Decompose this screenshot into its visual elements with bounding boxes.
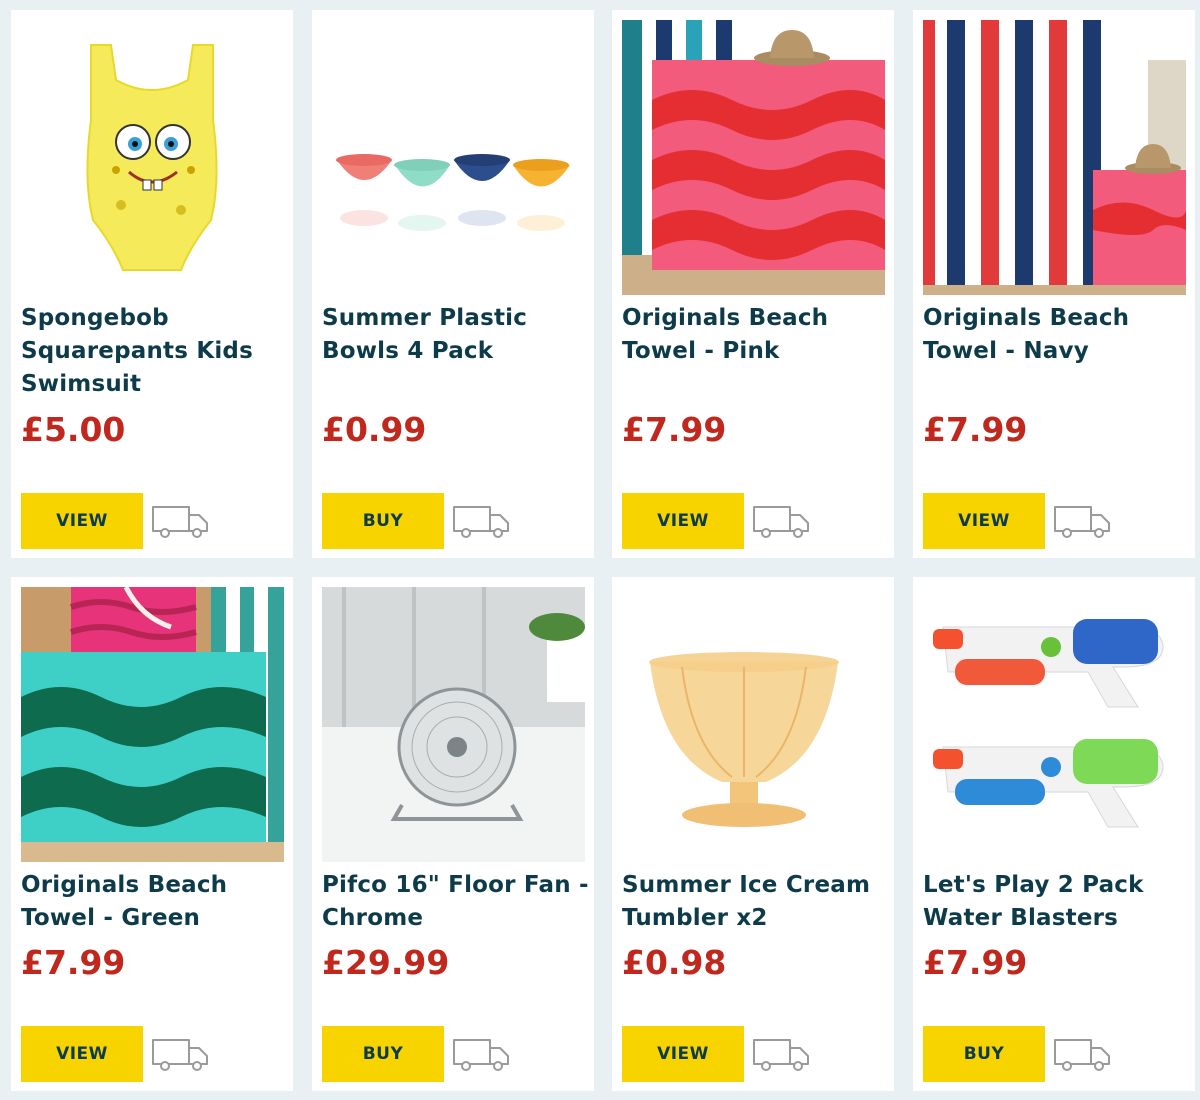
product-price: £5.00 bbox=[21, 410, 126, 449]
product-price: £7.99 bbox=[21, 943, 126, 982]
product-card[interactable]: Let's Play 2 Pack Water Blasters £7.99 B… bbox=[913, 577, 1195, 1091]
product-image-tumbler[interactable] bbox=[622, 587, 885, 862]
product-card[interactable]: Spongebob Squarepants Kids Swimsuit £5.0… bbox=[11, 10, 293, 558]
product-price: £0.98 bbox=[622, 943, 727, 982]
product-title[interactable]: Spongebob Squarepants Kids Swimsuit bbox=[21, 302, 289, 401]
product-title[interactable]: Pifco 16" Floor Fan - Chrome bbox=[322, 869, 590, 935]
product-card[interactable]: Summer Plastic Bowls 4 Pack £0.99 BUY bbox=[312, 10, 594, 558]
product-card[interactable]: Originals Beach Towel - Pink £7.99 VIEW bbox=[612, 10, 894, 558]
view-button[interactable]: VIEW bbox=[622, 1026, 744, 1082]
buy-button[interactable]: BUY bbox=[322, 493, 444, 549]
product-card[interactable]: Pifco 16" Floor Fan - Chrome £29.99 BUY bbox=[312, 577, 594, 1091]
product-image-water-blasters[interactable] bbox=[923, 587, 1186, 862]
view-button[interactable]: VIEW bbox=[622, 493, 744, 549]
product-price: £7.99 bbox=[923, 410, 1028, 449]
product-grid: Spongebob Squarepants Kids Swimsuit £5.0… bbox=[0, 0, 1200, 1100]
product-title[interactable]: Let's Play 2 Pack Water Blasters bbox=[923, 869, 1191, 935]
product-image-pink-towel[interactable] bbox=[622, 20, 885, 295]
delivery-van-icon bbox=[453, 506, 509, 538]
delivery-van-icon bbox=[1054, 1039, 1110, 1071]
product-title[interactable]: Originals Beach Towel - Pink bbox=[622, 302, 890, 368]
delivery-van-icon bbox=[753, 1039, 809, 1071]
product-card[interactable]: Originals Beach Towel - Green £7.99 VIEW bbox=[11, 577, 293, 1091]
delivery-van-icon bbox=[453, 1039, 509, 1071]
product-image-swimsuit[interactable] bbox=[21, 20, 284, 295]
product-image-floor-fan[interactable] bbox=[322, 587, 585, 862]
product-image-bowls[interactable] bbox=[322, 20, 585, 295]
delivery-van-icon bbox=[152, 1039, 208, 1071]
product-price: £7.99 bbox=[622, 410, 727, 449]
product-price: £0.99 bbox=[322, 410, 427, 449]
product-title[interactable]: Originals Beach Towel - Green bbox=[21, 869, 289, 935]
buy-button[interactable]: BUY bbox=[322, 1026, 444, 1082]
buy-button[interactable]: BUY bbox=[923, 1026, 1045, 1082]
product-card[interactable]: Summer Ice Cream Tumbler x2 £0.98 VIEW bbox=[612, 577, 894, 1091]
view-button[interactable]: VIEW bbox=[21, 493, 143, 549]
product-price: £29.99 bbox=[322, 943, 450, 982]
view-button[interactable]: VIEW bbox=[923, 493, 1045, 549]
product-image-navy-towel[interactable] bbox=[923, 20, 1186, 295]
view-button[interactable]: VIEW bbox=[21, 1026, 143, 1082]
delivery-van-icon bbox=[152, 506, 208, 538]
delivery-van-icon bbox=[753, 506, 809, 538]
product-card[interactable]: Originals Beach Towel - Navy £7.99 VIEW bbox=[913, 10, 1195, 558]
product-title[interactable]: Summer Plastic Bowls 4 Pack bbox=[322, 302, 590, 368]
product-image-green-towel[interactable] bbox=[21, 587, 284, 862]
delivery-van-icon bbox=[1054, 506, 1110, 538]
product-price: £7.99 bbox=[923, 943, 1028, 982]
product-title[interactable]: Originals Beach Towel - Navy bbox=[923, 302, 1191, 368]
product-title[interactable]: Summer Ice Cream Tumbler x2 bbox=[622, 869, 890, 935]
